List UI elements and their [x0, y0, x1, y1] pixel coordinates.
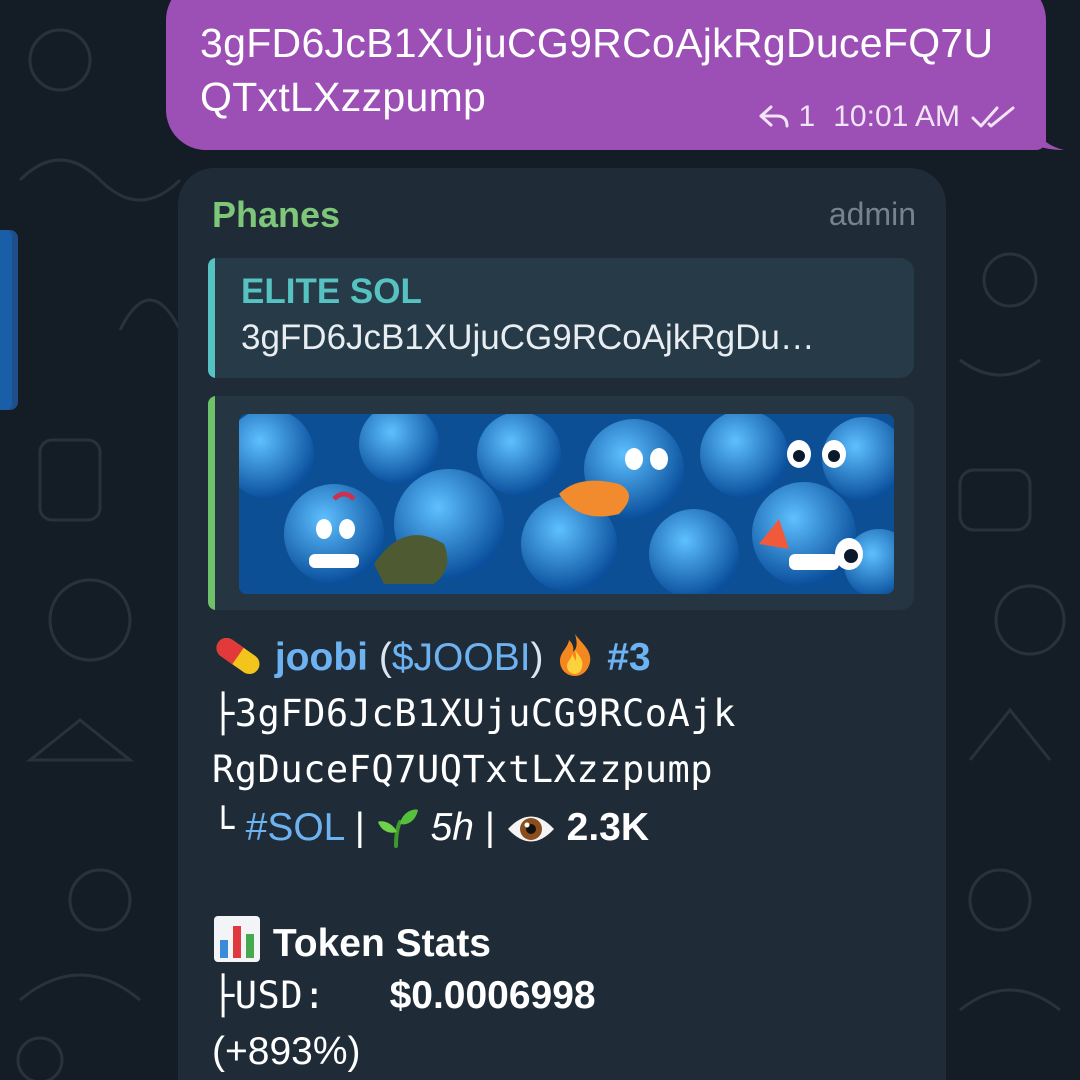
sender-name[interactable]: Phanes	[212, 194, 340, 236]
token-stats-heading: Token Stats	[212, 914, 491, 966]
seedling-emoji-icon	[377, 809, 418, 848]
usd-price-change: (+893%)	[212, 1030, 361, 1073]
token-stats-title: Token Stats	[272, 922, 491, 965]
outgoing-bubble-tail	[1030, 118, 1064, 150]
eye-emoji-icon	[507, 816, 554, 842]
sender-role-badge: admin	[828, 196, 916, 232]
contract-address-line-2[interactable]: RgDuceFQ7UQTxtLXzzpump	[212, 748, 713, 791]
view-count: 2.3K	[566, 806, 650, 849]
reply-arrow-icon	[759, 105, 789, 128]
usd-price-value: $0.0006998	[389, 974, 596, 1017]
quoted-reply-text: 3gFD6JcB1XUjuCG9RCoAjkRgDu…	[241, 318, 815, 357]
link-preview[interactable]	[208, 396, 914, 610]
fire-emoji-icon	[560, 634, 591, 676]
reply-count: 1	[798, 100, 816, 133]
pill-emoji-icon	[216, 637, 260, 675]
side-drawer-edge[interactable]	[0, 230, 18, 410]
token-ticker-link[interactable]: $JOOBI	[392, 636, 531, 679]
quoted-reply[interactable]: ELITE SOL 3gFD6JcB1XUjuCG9RCoAjkRgDu…	[208, 258, 914, 378]
bar-chart-emoji-icon	[214, 916, 260, 962]
chat-screen: 3gFD6JcB1XUjuCG9RCoAjkRgDuceFQ7UQTxtLXzz…	[0, 0, 1080, 1080]
rank-hashtag[interactable]: #3	[607, 636, 650, 679]
usd-label: ├USD:	[212, 974, 326, 1017]
token-meta-line: └ #SOL | 5h | 2.3K	[212, 806, 650, 849]
token-age: 5h	[430, 806, 474, 849]
contract-address-line-1[interactable]: ├3gFD6JcB1XUjuCG9RCoAjk	[212, 692, 736, 735]
chain-hashtag[interactable]: #SOL	[246, 806, 344, 849]
outgoing-message-bubble[interactable]: 3gFD6JcB1XUjuCG9RCoAjkRgDuceFQ7UQTxtLXzz…	[166, 0, 1046, 150]
token-name-link[interactable]: joobi	[275, 636, 368, 679]
preview-banner-image[interactable]	[239, 414, 894, 594]
message-time: 10:01 AM	[833, 100, 960, 133]
message-meta: 1 10:01 AM	[757, 100, 1018, 134]
double-check-icon	[971, 106, 1015, 128]
incoming-message-bubble[interactable]: Phanes admin ELITE SOL 3gFD6JcB1XUjuCG9R…	[178, 168, 946, 1080]
usd-price-line: ├USD: $0.0006998	[212, 974, 596, 1018]
token-title-line: joobi ($JOOBI) #3	[212, 632, 651, 680]
quoted-reply-title: ELITE SOL	[241, 272, 422, 311]
